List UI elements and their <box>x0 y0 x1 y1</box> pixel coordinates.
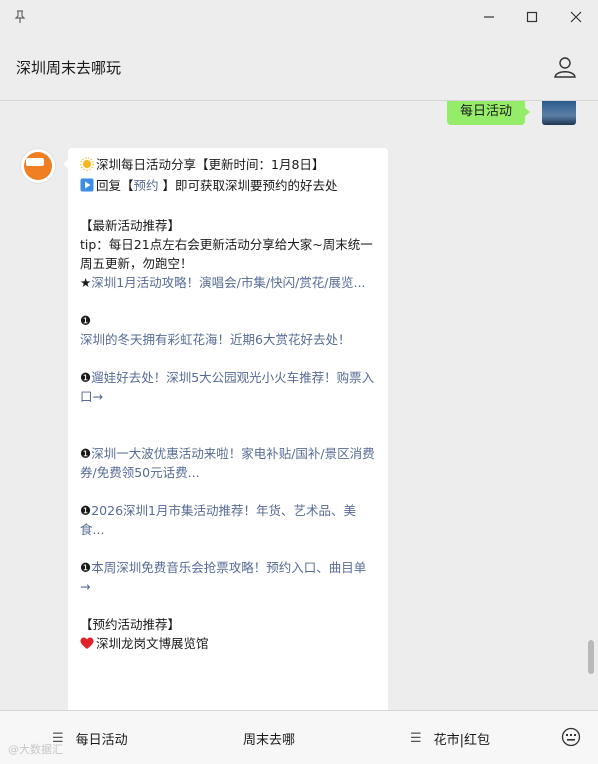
close-button[interactable] <box>562 5 590 29</box>
minimize-icon <box>484 16 494 18</box>
menu-list-icon: ☰ <box>410 731 422 746</box>
reply-suffix: 】即可获取深圳要预约的好去处 <box>158 178 338 193</box>
tip-text: tip：每日21点左右会更新活动分享给大家~周末统一周五更新，勿跑空！ <box>80 237 373 271</box>
bottom-menu-bar: ☰ 每日活动 周末去哪 ☰ 花市|红包 <box>0 711 598 764</box>
article-link-train[interactable]: 遛娃好去处！深圳5大公园观光小火车推荐！购票入口→ <box>80 370 374 404</box>
update-time-text: 深圳每日活动分享【更新时间：1月8日】 <box>96 157 325 172</box>
bullet-marker: ❶ <box>80 370 92 385</box>
message-line: 深圳龙岗文博展览馆 <box>80 634 376 655</box>
maximize-button[interactable] <box>518 5 546 29</box>
sun-icon <box>80 157 94 176</box>
message-line: ❶本周深圳免费音乐会抢票攻略！预约入口、曲目单→ <box>80 558 376 596</box>
window-titlebar <box>0 0 598 34</box>
article-link-markets[interactable]: 2026深圳1月市集活动推荐！年货、艺术品、美食... <box>80 503 356 537</box>
play-button-icon <box>80 178 94 197</box>
account-avatar[interactable] <box>20 148 56 184</box>
booking-item-link[interactable]: 深圳龙岗文博展览馆 <box>96 636 209 651</box>
star-icon: ★ <box>80 275 92 290</box>
latest-section-header: 【最新活动推荐】 <box>80 218 181 233</box>
article-link-concerts[interactable]: 本周深圳免费音乐会抢票攻略！预约入口、曲目单→ <box>80 560 366 594</box>
reply-keyword-link[interactable]: 预约 <box>134 178 159 193</box>
bullet-marker: ❶ <box>80 313 92 328</box>
article-link-january[interactable]: 深圳1月活动攻略！演唱会/市集/快闪/赏花/展览... <box>91 275 365 290</box>
menu-weekend-where[interactable]: 周末去哪 <box>243 729 295 748</box>
minimize-button[interactable] <box>475 5 503 29</box>
sent-message-bubble[interactable]: 每日活动 <box>447 101 531 125</box>
close-icon <box>570 11 582 23</box>
watermark-text: @大数据汇 <box>8 743 63 756</box>
pin-icon[interactable] <box>12 9 28 25</box>
message-line: 深圳每日活动分享【更新时间：1月8日】 <box>80 155 376 176</box>
message-line: 回复【预约 】即可获取深圳要预约的好去处 <box>80 176 376 197</box>
bullet-marker: ❶ <box>80 560 92 575</box>
message-line: ❶深圳一大波优惠活动来啦！家电补贴/国补/景区消费券/免费领50元话费... <box>80 444 376 482</box>
profile-icon[interactable] <box>552 54 578 80</box>
self-avatar[interactable] <box>542 101 576 125</box>
menu-flower-market[interactable]: ☰ 花市|红包 <box>410 729 490 748</box>
message-line: ❶遛娃好去处！深圳5大公园观光小火车推荐！购票入口→ <box>80 368 376 406</box>
chat-header: 深圳周末去哪玩 <box>0 34 598 100</box>
chat-title: 深圳周末去哪玩 <box>16 59 122 77</box>
message-line: ★深圳1月活动攻略！演唱会/市集/快闪/赏花/展览... <box>80 273 376 292</box>
avatar-logo <box>24 152 52 180</box>
article-link-flowers[interactable]: 深圳的冬天拥有彩虹花海！近期6大赏花好去处！ <box>80 330 376 349</box>
menu-label: 花市|红包 <box>433 733 491 748</box>
menu-label: 周末去哪 <box>243 733 296 748</box>
avatar-logo-text <box>26 158 44 166</box>
menu-label: 每日活动 <box>75 733 128 748</box>
bullet-marker: ❶ <box>80 503 92 518</box>
heart-icon <box>80 636 94 655</box>
menu-daily-activities[interactable]: ☰ 每日活动 <box>52 729 128 748</box>
article-link-discounts[interactable]: 深圳一大波优惠活动来啦！家电补贴/国补/景区消费券/免费领50元话费... <box>80 446 375 480</box>
chat-area[interactable]: 每日活动 深圳每日活动分享【更新时间：1月8日】 回复【预约 】即可获取深圳要预… <box>0 101 598 710</box>
maximize-icon <box>526 11 538 23</box>
reply-prefix: 回复【 <box>96 178 134 193</box>
chat-scrollbar[interactable] <box>588 640 594 674</box>
sent-message-text: 每日活动 <box>460 104 513 119</box>
message-line: ❶2026深圳1月市集活动推荐！年货、艺术品、美食... <box>80 501 376 539</box>
booking-section-header: 【预约活动推荐】 <box>80 617 181 632</box>
keyboard-icon[interactable] <box>561 727 581 747</box>
received-message-bubble[interactable]: 深圳每日活动分享【更新时间：1月8日】 回复【预约 】即可获取深圳要预约的好去处… <box>63 148 388 710</box>
bullet-marker: ❶ <box>80 446 92 461</box>
